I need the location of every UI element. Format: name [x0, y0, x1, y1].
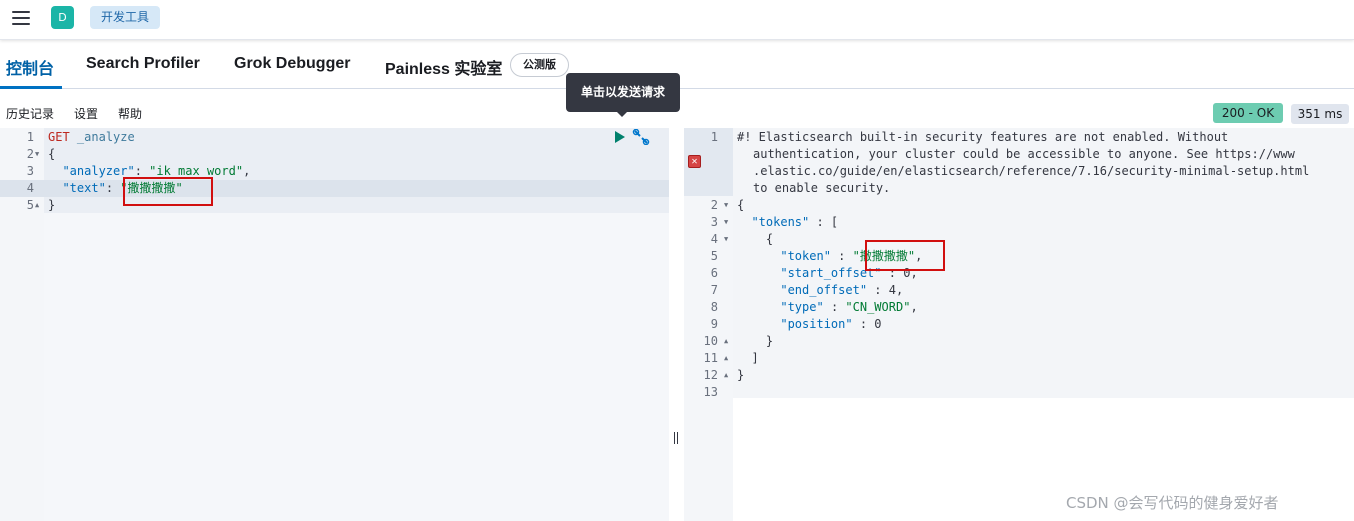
- token-value-highlight: [865, 240, 945, 271]
- line-number: 6: [710, 266, 718, 280]
- request-line-1: GET _analyze: [48, 129, 135, 146]
- response-line-11: ]: [737, 351, 759, 365]
- line-number: 3: [710, 215, 718, 229]
- breadcrumb[interactable]: 开发工具: [90, 6, 161, 29]
- tooltip-arrow: [615, 110, 629, 117]
- line-number: 2: [26, 147, 34, 161]
- response-line-10: }: [737, 334, 774, 348]
- line-number: 5: [710, 249, 718, 263]
- beta-badge: 公测版: [510, 53, 569, 77]
- line-number: 13: [703, 385, 718, 399]
- fold-toggle-icon[interactable]: ▼: [724, 214, 728, 231]
- response-line-3: "tokens" : [: [751, 215, 839, 229]
- response-line-9: "position" : 0: [780, 317, 882, 331]
- watermark: CSDN @会写代码的健身爱好者: [1066, 494, 1279, 512]
- warning-line-4: to enable security.: [753, 181, 891, 195]
- response-line-4: {: [737, 232, 774, 246]
- line-number: 3: [26, 164, 34, 178]
- send-request-tooltip: 单击以发送请求: [566, 73, 680, 112]
- settings-link[interactable]: 设置: [74, 105, 98, 122]
- history-link[interactable]: 历史记录: [6, 105, 54, 122]
- tab-grok-debugger[interactable]: Grok Debugger: [234, 55, 350, 73]
- line-number: 4: [26, 181, 34, 195]
- wrench-icon[interactable]: [632, 128, 650, 146]
- response-editor: ✕ 1 2 ▼ 3 ▼ 4 ▼ 5 6 7 8 9 10 ▲ 11 ▲ 12 ▲…: [684, 128, 1354, 521]
- tokens-key: "tokens": [751, 215, 810, 229]
- active-tab-indicator: [0, 86, 62, 89]
- line-number: 7: [710, 283, 718, 297]
- request-line-5: }: [48, 198, 56, 212]
- fold-toggle-icon[interactable]: ▼: [724, 197, 728, 214]
- text-value-highlight: [123, 177, 213, 206]
- line-number: 11: [703, 351, 718, 365]
- token-key: "token": [780, 249, 831, 263]
- line-number: 1: [710, 130, 718, 144]
- request-method: GET: [48, 130, 70, 144]
- position-value: 0: [874, 317, 882, 331]
- panel-resize-handle[interactable]: [672, 432, 680, 444]
- analyzer-value: "ik_max_word": [149, 164, 244, 178]
- request-editor[interactable]: 1 2 ▼ 3 4 5 ▲ GET _analyze { "analyzer":…: [0, 128, 669, 521]
- text-key: "text": [62, 181, 106, 195]
- tab-console[interactable]: 控制台: [6, 55, 54, 79]
- space-avatar[interactable]: D: [51, 6, 74, 29]
- warning-line-2: authentication, your cluster could be ac…: [753, 147, 1295, 161]
- warning-line-1: #! Elasticsearch built-in security featu…: [737, 130, 1229, 144]
- tab-painless-lab[interactable]: Painless 实验室: [385, 55, 502, 79]
- menu-icon[interactable]: [12, 11, 30, 25]
- response-line-7: "end_offset" : 4,: [780, 283, 904, 297]
- type-value: "CN_WORD": [845, 300, 911, 314]
- end-offset-value: 4: [888, 283, 896, 297]
- line-number: 10: [703, 334, 718, 348]
- response-line-2: {: [737, 198, 745, 212]
- request-time-badge: 351 ms: [1291, 104, 1349, 124]
- line-number: 9: [710, 317, 718, 331]
- request-line-2: {: [48, 147, 56, 161]
- line-number: 2: [710, 198, 718, 212]
- end-offset-key: "end_offset": [780, 283, 868, 297]
- top-header: D 开发工具: [0, 0, 1354, 40]
- warning-line-3: .elastic.co/guide/en/elasticsearch/refer…: [753, 164, 1310, 178]
- request-empty-area: [44, 213, 669, 521]
- request-path: _analyze: [76, 130, 135, 144]
- line-number: 5: [26, 198, 34, 212]
- response-line-8: "type" : "CN_WORD",: [780, 300, 918, 314]
- tab-search-profiler[interactable]: Search Profiler: [86, 55, 200, 73]
- play-icon[interactable]: [615, 131, 625, 143]
- type-key: "type": [780, 300, 824, 314]
- response-line-12: }: [737, 368, 745, 382]
- fold-toggle-icon[interactable]: ▲: [724, 350, 728, 367]
- error-icon: ✕: [688, 155, 701, 168]
- position-key: "position": [780, 317, 853, 331]
- fold-toggle-icon[interactable]: ▼: [724, 231, 728, 248]
- line-number: 8: [710, 300, 718, 314]
- fold-toggle-icon[interactable]: ▲: [724, 367, 728, 384]
- fold-toggle-icon[interactable]: ▼: [35, 146, 39, 163]
- help-link[interactable]: 帮助: [118, 105, 142, 122]
- status-badge: 200 - OK: [1213, 103, 1283, 123]
- token-value-quote: ": [852, 249, 860, 263]
- line-number: 1: [26, 130, 34, 144]
- fold-toggle-icon[interactable]: ▲: [724, 333, 728, 350]
- line-number: 12: [703, 368, 718, 382]
- analyzer-key: "analyzer": [62, 164, 135, 178]
- fold-toggle-icon[interactable]: ▲: [35, 197, 39, 214]
- line-number: 4: [710, 232, 718, 246]
